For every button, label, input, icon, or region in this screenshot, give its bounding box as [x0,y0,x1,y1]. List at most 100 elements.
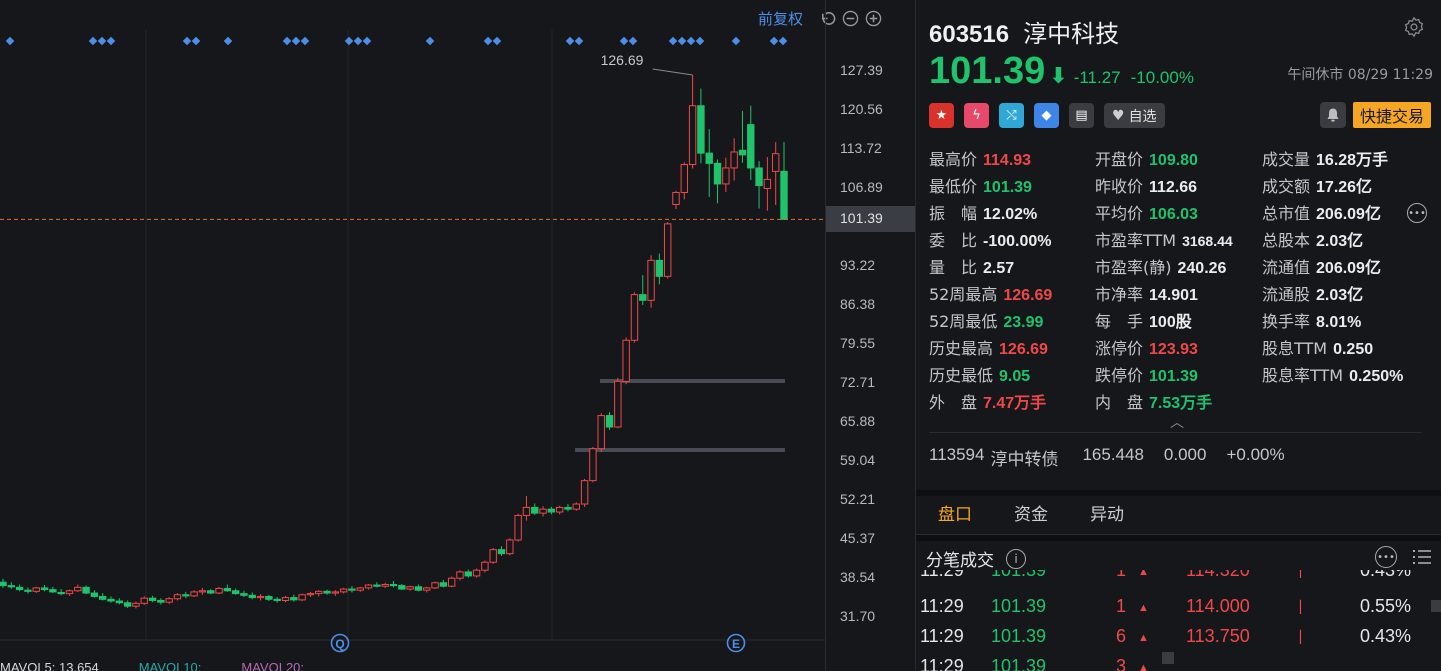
stat-label: 开盘价 [1095,150,1144,169]
event-marker-icon [677,36,687,46]
alert-button[interactable] [1320,102,1346,128]
stat-value: 16.28万手 [1316,152,1389,169]
stat-label: 最低价 [929,177,978,196]
stat-item: 总股本 2.03亿 [1262,227,1363,251]
bond-name: 淳中转债 [990,450,1059,469]
stat-label: 市盈率TTM [1095,231,1177,250]
stat-label: 历史最低 [929,366,994,385]
trade-price: 101.39 [991,626,1047,646]
stat-value: 9.05 [999,368,1031,385]
candle-body [231,590,240,595]
stat-label: 股息率TTM [1262,366,1344,385]
event-marker-icon [483,36,493,46]
tab-movements[interactable]: 异动 [1090,500,1124,535]
stat-label: 总市值 [1262,204,1311,223]
candlestick-plot[interactable]: 126.69 Q E [0,0,825,671]
stat-value: -100.00% [983,233,1052,250]
trade-time: 11:29 [920,596,964,616]
candle-body [207,590,215,594]
event-marker-icon [291,36,301,46]
stat-item: 平均价 106.03 [1095,200,1198,224]
stat-value: 109.80 [1149,152,1198,169]
candle-body [672,191,680,205]
tab-orderbook[interactable]: 盘口 [938,500,972,535]
candle-body [198,590,207,593]
stat-item: 52周最高 126.69 [929,281,1052,305]
candle-body [223,587,232,592]
event-marker-icon [88,36,98,46]
price-tick-label: 72.71 [840,374,876,390]
convertible-bond-row[interactable]: 113594 淳中转债 165.448 0.000 +0.00% [929,445,1285,470]
candle-body [281,597,290,601]
stat-item: 市盈率TTM 3168.44 [1095,227,1233,251]
event-marker-icon [106,36,116,46]
event-marker-icon [353,36,363,46]
event-marker-icon [628,36,638,46]
candle-body [398,585,406,590]
collapse-caret-icon[interactable]: ︿ [1170,412,1184,432]
stat-label: 52周最低 [929,312,998,331]
candle-body [265,595,273,600]
price-tick-label: 65.88 [840,413,876,429]
margin-trading-icon[interactable]: ϟ [964,103,989,128]
resize-handle[interactable] [1162,652,1174,664]
up-triangle-icon: ▲ [1138,602,1149,614]
more-options-icon[interactable]: ••• [1375,546,1397,568]
candle-body [614,380,622,428]
event-marker-icon [5,36,15,46]
connect-icon[interactable]: ⤭ [999,103,1024,128]
candle-body [522,506,531,516]
gear-icon[interactable] [1403,16,1425,38]
price-axis: 101.39 127.39 120.56 113.72 106.89 93.22 86.3… [825,0,915,671]
candle-body [489,549,497,563]
candle-body [107,598,115,602]
event-marker-icon [619,36,629,46]
candle-body [123,602,132,607]
notes-icon[interactable]: ▤ [1069,103,1094,128]
volume-bar-icon: ▏ [1300,570,1310,578]
candle-body [57,591,65,595]
price-change-pct: -10.00% [1130,68,1194,87]
stat-label: 委 比 [929,231,978,250]
stat-value: 2.03亿 [1316,287,1364,304]
tick-trades-list[interactable]: 11:29 101.39 1 ▲ 114.320 ▏ 0.43% 11:29 101.39 1 ▲ 1… [916,570,1441,671]
tick-trades-tools: ••• [1375,546,1433,568]
candle-body [32,587,40,592]
list-view-icon[interactable] [1411,546,1433,568]
bond-price: 165.448 [1082,445,1144,464]
stat-value: 126.69 [1003,287,1053,304]
candle-body [423,587,431,591]
stat-label: 涨停价 [1095,339,1144,358]
stat-value: 14.901 [1149,287,1198,304]
tab-funds[interactable]: 资金 [1014,500,1048,535]
scrollbar[interactable] [1431,600,1441,612]
stat-item: 52周最低 23.99 [929,308,1043,332]
quick-trade-button[interactable]: 快捷交易 [1352,102,1431,128]
stat-value: 3168.44 [1182,233,1233,249]
stat-item: 市盈率(静) 240.26 [1095,254,1226,278]
adjust-mode-button[interactable]: 前复权 [758,8,803,29]
info-icon[interactable]: i [1006,548,1026,569]
trade-time: 11:29 [920,656,964,671]
kline-chart[interactable]: 126.69 Q E 前复权 101.39 127.39 120.56 113.72 10… [0,0,915,671]
section-separator [916,490,1441,496]
tag-icon[interactable]: ◆ [1034,103,1059,128]
stock-header: 603516 淳中科技 [929,14,1119,49]
stat-item: 最低价 101.39 [929,173,1032,197]
price-tick-label: 52.21 [840,491,876,507]
feature-icons: ★ ϟ ⤭ ◆ ▤ ♥ 自选 [929,103,1165,128]
watchlist-button[interactable]: ♥ 自选 [1104,103,1165,128]
trade-price: 101.39 [991,656,1047,671]
candle-body [414,586,423,591]
stat-value: 2.03亿 [1316,233,1364,250]
stat-value: 2.57 [983,260,1015,277]
candle-body [730,151,738,169]
china-flag-icon[interactable]: ★ [929,103,954,128]
more-icon[interactable]: ••• [1407,203,1427,223]
candle-body [647,259,655,301]
stat-label: 昨收价 [1095,177,1144,196]
candle-body [364,584,373,589]
stat-label: 流通股 [1262,285,1311,304]
stat-item: 成交量 16.28万手 [1262,146,1388,170]
price-tick-label: 120.56 [840,101,883,117]
